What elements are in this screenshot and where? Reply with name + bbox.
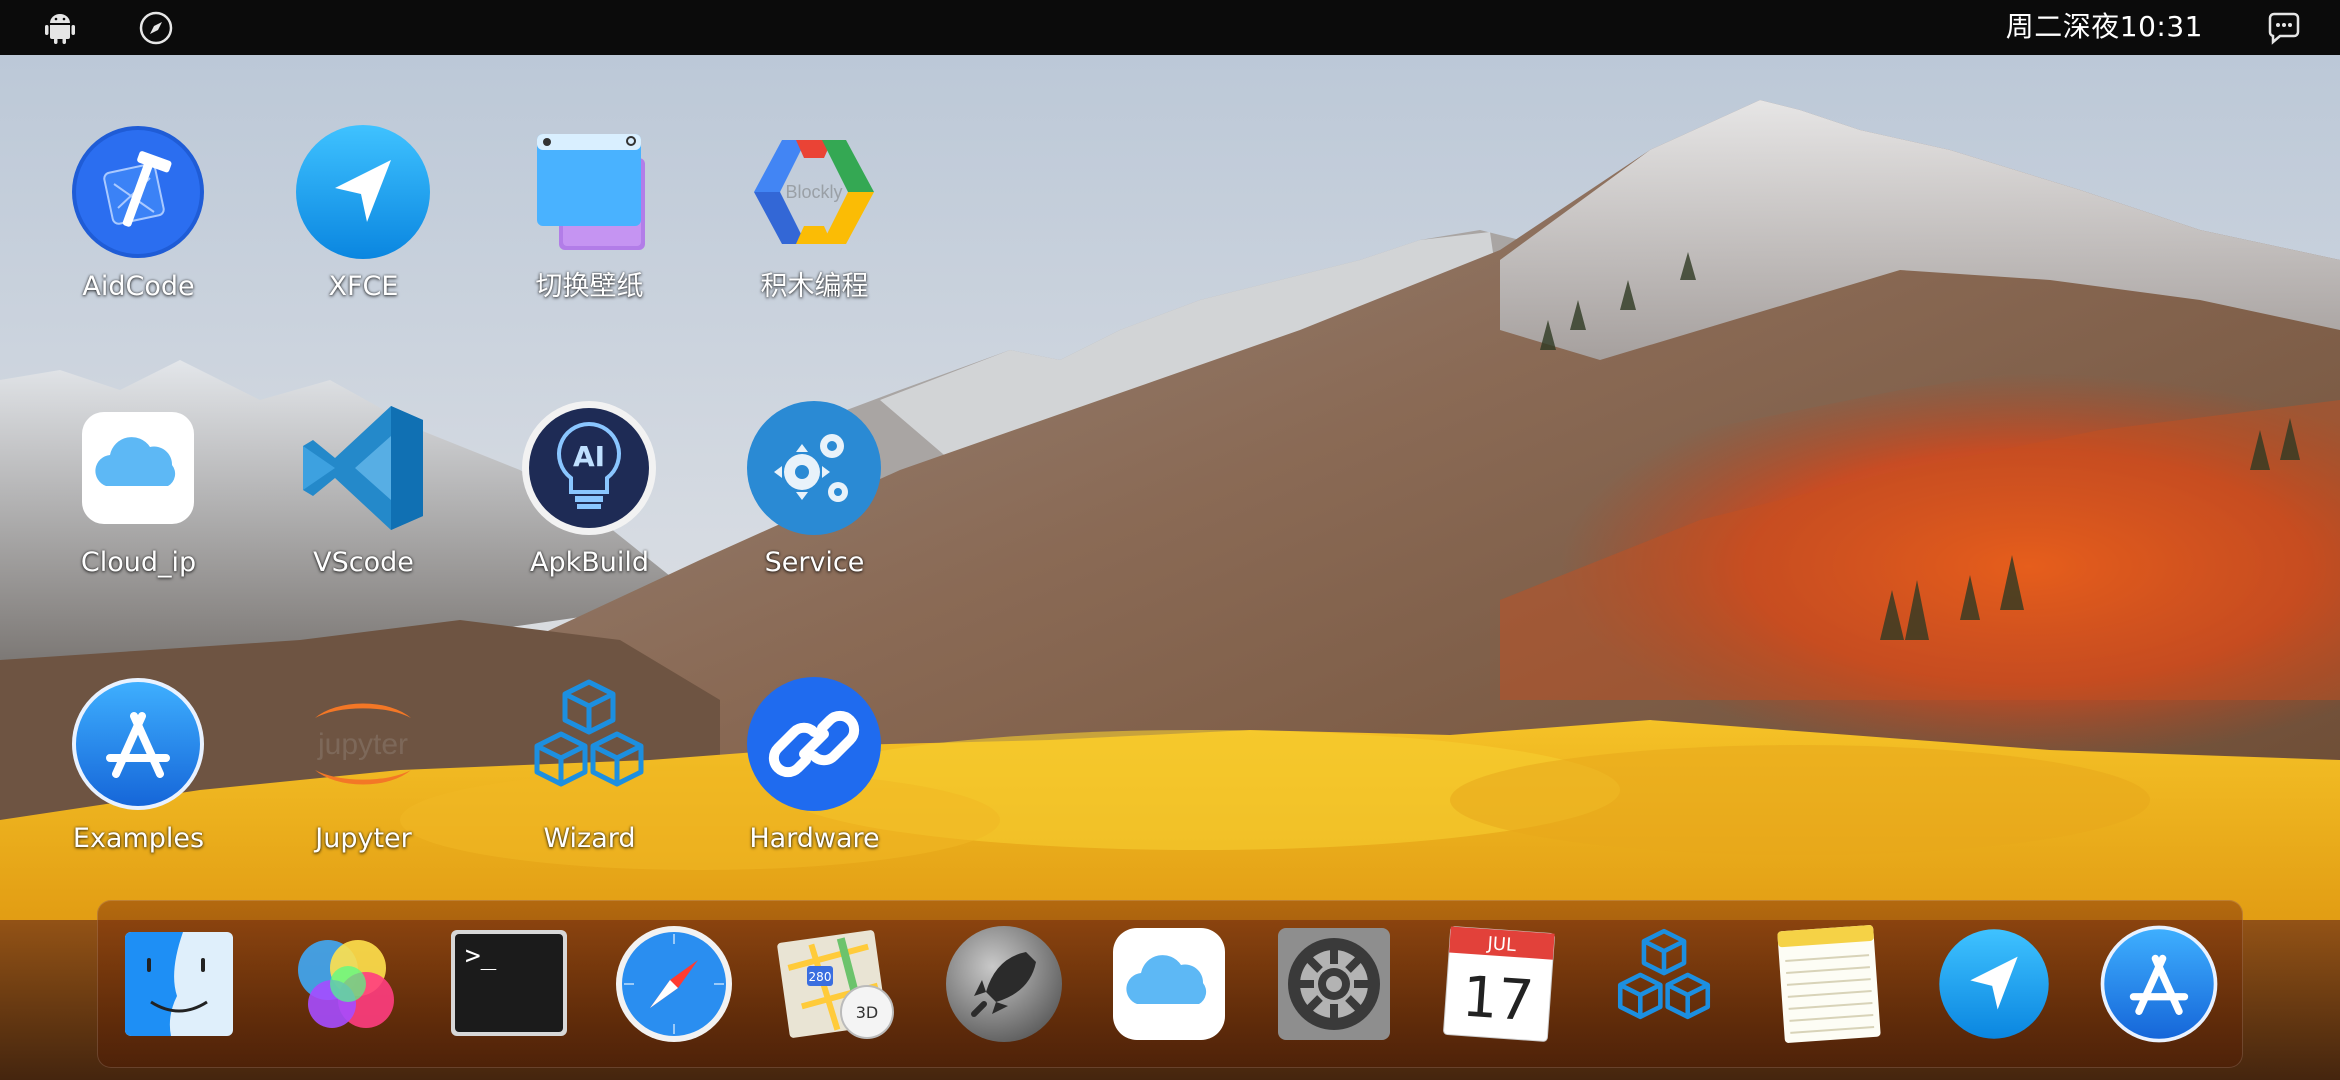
system-preferences-icon bbox=[1278, 928, 1390, 1040]
xcode-hammer-icon bbox=[72, 126, 204, 258]
dock-item-terminal[interactable]: >_ bbox=[447, 922, 571, 1046]
calendar-icon: JUL 17 bbox=[1443, 926, 1555, 1042]
dock-item-icloud[interactable] bbox=[1107, 922, 1231, 1046]
paper-plane-icon bbox=[1939, 929, 2049, 1039]
terminal-prompt-text: >_ bbox=[465, 941, 497, 971]
android-icon[interactable] bbox=[42, 10, 78, 46]
calendar-day: 17 bbox=[1460, 965, 1536, 1035]
dock-item-maps[interactable]: 280 3D bbox=[777, 922, 901, 1046]
desktop-icon-hardware[interactable]: Hardware bbox=[712, 676, 912, 876]
dock-item-paper-plane[interactable] bbox=[1932, 922, 2056, 1046]
desktop-icon-label: 积木编程 bbox=[760, 271, 869, 302]
desktop-icon-jupyter[interactable]: jupyter Jupyter bbox=[261, 676, 461, 876]
blockly-icon: Blockly bbox=[754, 140, 874, 244]
desktop-icon-vscode[interactable]: VScode bbox=[261, 400, 461, 600]
svg-text:Blockly: Blockly bbox=[785, 182, 842, 202]
app-store-icon bbox=[2100, 925, 2218, 1043]
link-icon bbox=[747, 677, 881, 811]
desktop-icon-xfce[interactable]: XFCE bbox=[261, 124, 461, 324]
dock-item-app-store[interactable] bbox=[2097, 922, 2221, 1046]
desktop-icon-label: Service bbox=[764, 547, 865, 578]
launchpad-rocket-icon bbox=[946, 926, 1062, 1042]
dock-item-launchpad[interactable] bbox=[942, 922, 1066, 1046]
desktop-icon-label: XFCE bbox=[328, 271, 399, 302]
desktop-icon-examples[interactable]: Examples bbox=[36, 676, 236, 876]
calendar-month: JUL bbox=[1486, 933, 1517, 956]
dock-item-calendar[interactable]: JUL 17 bbox=[1437, 922, 1561, 1046]
icloud-icon bbox=[1113, 928, 1225, 1040]
cloud-icon bbox=[82, 412, 194, 524]
maps-shield-text: 280 bbox=[809, 970, 832, 984]
desktop-icon-label: Jupyter bbox=[315, 823, 412, 854]
svg-text:3D: 3D bbox=[856, 1003, 879, 1022]
vscode-icon bbox=[303, 406, 423, 530]
desktop-icon-apkbuild[interactable]: AI ApkBuild bbox=[487, 400, 687, 600]
gears-icon bbox=[747, 401, 881, 535]
desktop-icon-label: ApkBuild bbox=[529, 547, 650, 578]
notes-icon bbox=[1777, 925, 1881, 1043]
dock-item-finder[interactable] bbox=[117, 922, 241, 1046]
dock-item-color-balls[interactable] bbox=[282, 922, 406, 1046]
dock-item-cubes[interactable] bbox=[1602, 922, 1726, 1046]
desktop-icon-blockly[interactable]: Blockly 积木编程 bbox=[712, 124, 912, 324]
finder-icon bbox=[125, 932, 233, 1036]
desktop-icon-label: 切换壁纸 bbox=[535, 271, 644, 302]
svg-text:jupyter: jupyter bbox=[317, 728, 408, 761]
desktop-icon-switch-wallpaper[interactable]: 切换壁纸 bbox=[487, 124, 687, 324]
desktop-icon-label: Examples bbox=[72, 823, 205, 854]
safari-compass-icon bbox=[616, 926, 732, 1042]
desktop-icon-service[interactable]: Service bbox=[712, 400, 912, 600]
cubes-icon bbox=[534, 679, 644, 787]
jupyter-icon: jupyter bbox=[315, 703, 411, 785]
desktop-icon-cloud-ip[interactable]: Cloud_ip bbox=[36, 400, 236, 600]
compass-icon[interactable] bbox=[138, 10, 174, 46]
color-balls-icon bbox=[298, 940, 394, 1028]
chat-bubble-icon[interactable] bbox=[2266, 10, 2302, 46]
desktop-icon-label: AidCode bbox=[82, 271, 195, 302]
terminal-icon: >_ bbox=[451, 930, 567, 1036]
desktop-icon-label: Cloud_ip bbox=[80, 547, 197, 578]
app-store-icon bbox=[72, 678, 204, 810]
dock-item-system-preferences[interactable] bbox=[1272, 922, 1396, 1046]
dock-item-safari[interactable] bbox=[612, 922, 736, 1046]
clock-time: 周二深夜10:31 bbox=[2005, 10, 2203, 43]
window-stack-icon bbox=[537, 134, 645, 250]
desktop-icon-label: Wizard bbox=[543, 823, 636, 854]
desktop-icon-label: VScode bbox=[313, 547, 414, 578]
dock: >_ 280 3D JUL 17 bbox=[97, 900, 2243, 1068]
desktop-icon-label: Hardware bbox=[749, 823, 880, 854]
status-bar: 周二深夜10:31 bbox=[0, 0, 2340, 55]
desktop-icon-aidcode[interactable]: AidCode bbox=[36, 124, 236, 324]
dock-item-notes[interactable] bbox=[1767, 922, 1891, 1046]
cubes-icon bbox=[1617, 928, 1711, 1020]
desktop-icon-wizard[interactable]: Wizard bbox=[487, 676, 687, 876]
paper-plane-icon bbox=[296, 125, 430, 259]
maps-icon: 280 3D bbox=[777, 930, 894, 1039]
svg-text:AI: AI bbox=[573, 440, 605, 473]
ai-lightbulb-icon: AI bbox=[522, 401, 656, 535]
